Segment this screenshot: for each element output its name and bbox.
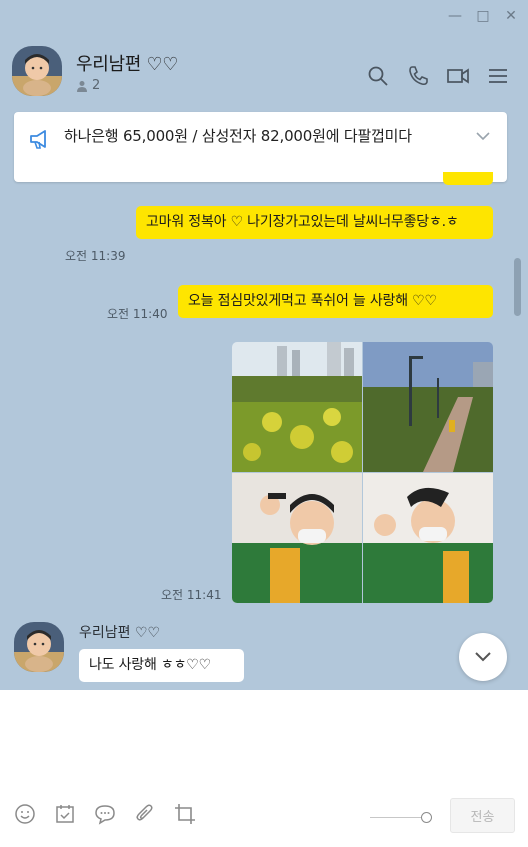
close-button[interactable]: ✕: [504, 8, 518, 24]
crop-icon[interactable]: [174, 803, 196, 825]
window-controls: — □ ✕: [448, 8, 518, 24]
phone-icon[interactable]: [406, 64, 430, 88]
video-call-icon[interactable]: [446, 64, 470, 88]
avatar[interactable]: [12, 46, 62, 96]
sender-avatar[interactable]: [14, 622, 64, 672]
previous-message-bubble: [443, 172, 493, 185]
my-message-bubble[interactable]: 고마워 정복아 ♡ 나기장가고있는데 날씨너무좋당ㅎ.ㅎ: [136, 206, 493, 239]
photo-thumbnail[interactable]: [232, 473, 362, 603]
notice-text: 하나은행 65,000원 / 삼성전자 82,000원에 다팔껍미다: [64, 127, 412, 145]
chevron-down-icon[interactable]: [475, 130, 491, 142]
header-actions: [366, 64, 510, 88]
slider-track: [370, 817, 428, 818]
notice-banner[interactable]: 하나은행 65,000원 / 삼성전자 82,000원에 다팔껍미다: [14, 112, 507, 182]
sender-name: 우리남편 ♡♡: [79, 625, 161, 641]
speech-bubble-icon[interactable]: [94, 803, 116, 825]
my-message-bubble[interactable]: 오늘 점심맛있게먹고 푹쉬어 늘 사랑해 ♡♡: [178, 285, 493, 318]
emoticon-icon[interactable]: [14, 803, 36, 825]
their-message-bubble[interactable]: 나도 사랑해 ㅎㅎ♡♡: [79, 649, 244, 682]
minimize-button[interactable]: —: [448, 8, 462, 24]
message-time: 오전 11:39: [65, 249, 126, 263]
member-count[interactable]: 2: [76, 78, 100, 93]
calendar-icon[interactable]: [54, 803, 76, 825]
megaphone-icon: [30, 130, 46, 149]
message-input[interactable]: [14, 702, 512, 792]
photo-thumbnail[interactable]: [363, 342, 493, 472]
message-time: 오전 11:41: [161, 588, 222, 602]
photo-thumbnail[interactable]: [232, 342, 362, 472]
scrollbar-thumb[interactable]: [514, 258, 521, 316]
search-icon[interactable]: [366, 64, 390, 88]
composer: 전송: [0, 690, 528, 847]
slider-knob[interactable]: [421, 812, 432, 823]
send-button[interactable]: 전송: [450, 798, 515, 833]
chevron-down-icon: [475, 652, 491, 662]
paperclip-icon[interactable]: [134, 803, 156, 825]
scroll-to-bottom-button[interactable]: [459, 633, 507, 681]
composer-toolbar: [14, 803, 196, 825]
menu-icon[interactable]: [486, 64, 510, 88]
member-count-value: 2: [92, 78, 101, 93]
chat-header: 우리남편 ♡♡ 2: [12, 46, 510, 102]
photo-grid[interactable]: [232, 342, 493, 603]
maximize-button[interactable]: □: [476, 8, 490, 24]
opacity-slider[interactable]: [370, 812, 432, 823]
person-icon: [77, 80, 87, 92]
chat-title: 우리남편 ♡♡: [76, 54, 179, 75]
photo-thumbnail[interactable]: [363, 473, 493, 603]
message-time: 오전 11:40: [107, 307, 168, 321]
